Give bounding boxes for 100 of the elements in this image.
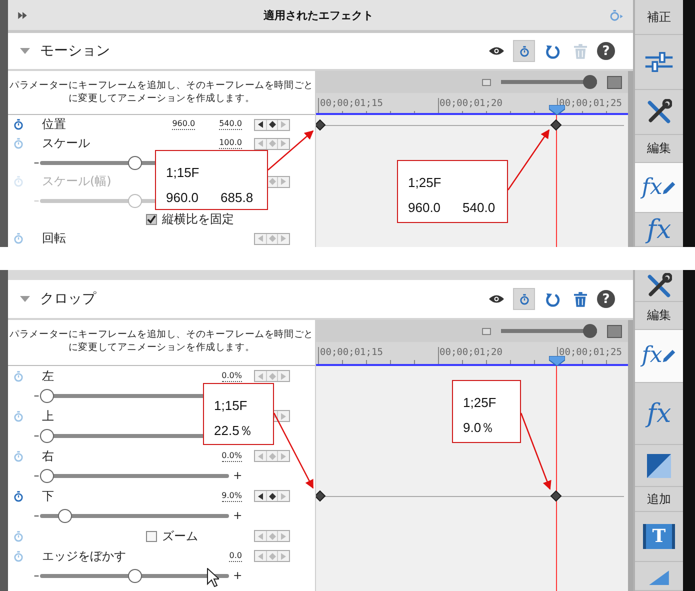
param-value[interactable]: 0.0: [229, 550, 242, 562]
arrow: [268, 130, 314, 170]
zoom-out-icon[interactable]: [482, 78, 491, 86]
slider[interactable]: [40, 469, 229, 483]
diamond-icon: [268, 235, 276, 242]
plus-sign: +: [233, 470, 240, 482]
minus-sign: –: [33, 430, 40, 442]
minus-sign: –: [33, 390, 40, 402]
reset-icon: [544, 292, 560, 306]
zoom-out-icon[interactable]: [482, 328, 491, 334]
slider-thumb[interactable]: [58, 509, 72, 523]
arrow: [507, 129, 550, 190]
diamond-icon: [268, 532, 276, 540]
slider-thumb[interactable]: [128, 569, 142, 583]
checkbox[interactable]: [146, 530, 157, 542]
add-keyframe-button[interactable]: [266, 120, 278, 130]
keyframe[interactable]: [316, 490, 326, 502]
callout-text: 540.0: [462, 200, 496, 215]
caret-right-icon: [281, 121, 286, 128]
zoom-in-icon[interactable]: [607, 324, 622, 338]
time-label: 00;00;01;15: [318, 347, 383, 362]
time-label: 00;00;01;15: [318, 98, 383, 113]
param-label: エッジをぼかす: [42, 550, 126, 562]
pointer-icon: [207, 568, 219, 587]
section-title: クロップ: [40, 290, 98, 308]
caret-left-icon: [258, 452, 263, 460]
callout-text: 685.8: [220, 190, 254, 205]
description-text: パラメーターにキーフレームを追加し、そのキーフレームを時間ごと: [10, 79, 314, 92]
callout-text: 1;25F: [463, 395, 496, 410]
add-keyframe-button[interactable]: [266, 491, 278, 501]
minus-sign: –: [33, 570, 40, 582]
fx-edit-button[interactable]: fx: [635, 163, 683, 213]
plus-sign: +: [233, 570, 240, 582]
checkbox-label: ズーム: [162, 530, 198, 542]
zoom-in-icon[interactable]: [607, 76, 622, 88]
slider-thumb[interactable]: [128, 156, 142, 170]
diamond-icon: [268, 178, 276, 185]
collapse-icon[interactable]: [20, 294, 30, 304]
slider-thumb[interactable]: [40, 469, 54, 483]
param-value[interactable]: 9.0%: [222, 490, 242, 502]
diamond-icon: [268, 452, 276, 460]
caret-right-icon: [281, 552, 286, 560]
stopwatch-icon: [520, 46, 528, 56]
diamond-icon: [268, 372, 276, 380]
minus-sign: –: [33, 156, 40, 168]
time-label: 00;00;01;20: [438, 98, 502, 113]
callout-text: 1;25F: [408, 175, 442, 190]
slider-thumb[interactable]: [583, 75, 597, 89]
caret-right-icon: [281, 532, 286, 540]
tools-icon: [646, 99, 672, 125]
stopwatch-button[interactable]: [513, 40, 535, 62]
caret-right-icon: [281, 235, 286, 242]
param-value[interactable]: 100.0: [219, 138, 242, 149]
eye-icon: [488, 46, 504, 56]
caret-right-icon: [281, 452, 286, 460]
slider-thumb[interactable]: [40, 429, 54, 443]
keyframe[interactable]: [550, 490, 562, 502]
param-label: 上: [42, 410, 54, 422]
reset-icon: [544, 44, 560, 58]
keyframe[interactable]: [550, 118, 562, 130]
callout-text: 960.0: [166, 190, 199, 205]
help-button[interactable]: ?: [597, 290, 615, 308]
param-value[interactable]: 0.0%: [222, 370, 242, 382]
expand-icon[interactable]: [18, 12, 27, 18]
param-value[interactable]: 0.0%: [222, 450, 242, 462]
slider[interactable]: [40, 509, 229, 523]
trash-icon: [574, 292, 586, 306]
tools-icon: [646, 272, 672, 298]
callout-text: 1;15F: [214, 398, 248, 413]
slider-thumb[interactable]: [583, 324, 597, 338]
caret-right-icon: [281, 492, 286, 500]
trash-icon: [574, 44, 586, 58]
pencil-icon: [662, 180, 676, 194]
param-label: 右: [42, 450, 54, 462]
caret-left-icon: [258, 532, 263, 540]
param-label: スケール: [42, 137, 90, 150]
callout-text: 22.5％: [214, 422, 252, 440]
minus-sign: –: [33, 194, 40, 206]
minus-sign: –: [33, 470, 40, 482]
tools-button[interactable]: [635, 270, 683, 302]
description-text: パラメーターにキーフレームを追加し、そのキーフレームを時間ごと: [10, 328, 314, 341]
param-label: 下: [42, 490, 54, 502]
stopwatch-button[interactable]: [513, 288, 535, 310]
param-label: スケール(幅): [42, 175, 112, 188]
stopwatch-icon[interactable]: [610, 10, 623, 20]
collapse-icon[interactable]: [20, 46, 30, 56]
caret-left-icon: [258, 235, 263, 242]
slider-thumb[interactable]: [40, 389, 54, 403]
help-button[interactable]: ?: [597, 42, 615, 60]
caret-left-icon: [258, 372, 263, 380]
eye-icon: [488, 294, 504, 304]
checkbox[interactable]: [146, 214, 157, 225]
caret-left-icon: [258, 552, 263, 560]
stopwatch-icon: [520, 294, 528, 304]
playhead[interactable]: [548, 356, 565, 366]
description-text: に変更してアニメーションを作成します。: [68, 341, 255, 354]
keyframe[interactable]: [316, 118, 326, 130]
param-value[interactable]: 960.0: [172, 119, 196, 130]
param-value[interactable]: 540.0: [219, 119, 242, 130]
fx-edit-button[interactable]: fx: [635, 330, 683, 383]
